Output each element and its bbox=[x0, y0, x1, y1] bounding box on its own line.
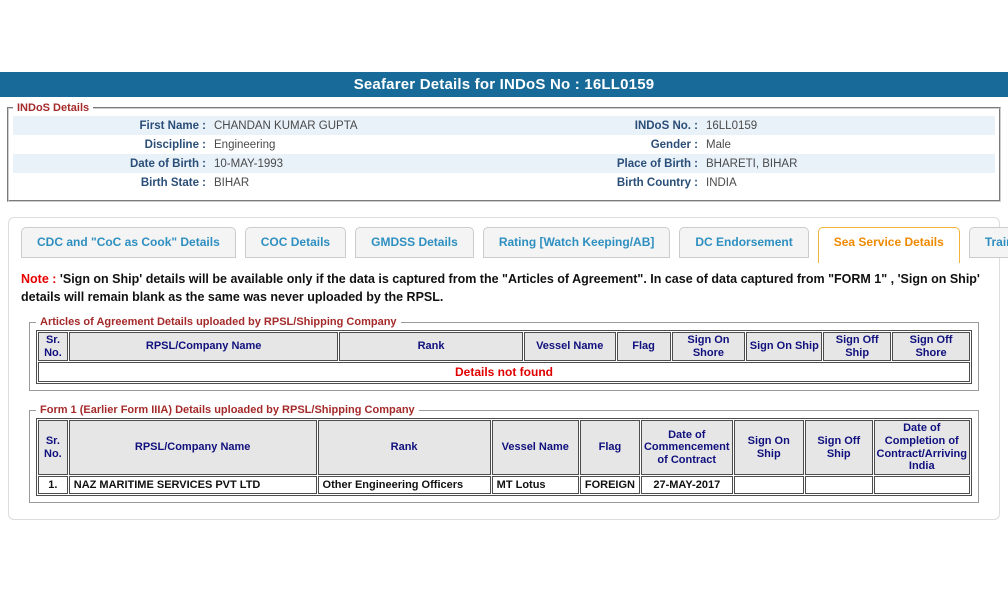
col-date-of-commencement: Date of Commencement of Contract bbox=[640, 420, 733, 475]
cell-flag: FOREIGN bbox=[579, 475, 640, 494]
articles-of-agreement-legend: Articles of Agreement Details uploaded b… bbox=[40, 316, 397, 328]
col-flag: Flag bbox=[579, 420, 640, 475]
tab-sea-service-details[interactable]: Sea Service Details bbox=[817, 227, 960, 263]
col-rank: Rank bbox=[339, 332, 523, 362]
discipline-value: Engineering bbox=[214, 138, 276, 151]
form1-fieldset: Form 1 (Earlier Form IIIA) Details uploa… bbox=[29, 404, 979, 503]
col-flag: Flag bbox=[616, 332, 671, 362]
form1-data-row: 1. NAZ MARITIME SERVICES PVT LTD Other E… bbox=[38, 475, 970, 494]
cell-completion-date bbox=[873, 475, 970, 494]
form1-table: Sr. No. RPSL/Company Name Rank Vessel Na… bbox=[36, 418, 972, 496]
birth-country-label: Birth Country : bbox=[616, 176, 698, 189]
form1-legend: Form 1 (Earlier Form IIIA) Details uploa… bbox=[40, 404, 415, 417]
col-vessel-name: Vessel Name bbox=[523, 332, 616, 362]
col-sr-no: Sr. No. bbox=[38, 332, 68, 362]
col-sr-no: Sr. No. bbox=[38, 420, 68, 475]
cell-company: NAZ MARITIME SERVICES PVT LTD bbox=[68, 475, 317, 494]
form1-header-row: Sr. No. RPSL/Company Name Rank Vessel Na… bbox=[38, 420, 970, 475]
birth-state-value: BIHAR bbox=[214, 176, 250, 189]
col-sign-off-ship: Sign Off Ship bbox=[823, 332, 892, 362]
articles-empty-row: Details not found bbox=[38, 362, 970, 383]
tab-strip: CDC and "CoC as Cook" Details COC Detail… bbox=[9, 218, 1008, 263]
gender-value: Male bbox=[706, 138, 731, 151]
cell-sign-off-ship bbox=[804, 475, 873, 494]
articles-of-agreement-table: Sr. No. RPSL/Company Name Rank Vessel Na… bbox=[36, 330, 972, 385]
place-of-birth-value: BHARETI, BIHAR bbox=[706, 157, 798, 170]
cell-sr-no: 1. bbox=[38, 475, 68, 494]
gender-label: Gender : bbox=[650, 138, 698, 151]
first-name-value: CHANDAN KUMAR GUPTA bbox=[214, 119, 358, 132]
discipline-label: Discipline : bbox=[144, 138, 206, 151]
cell-vessel: MT Lotus bbox=[491, 475, 579, 494]
articles-header-row: Sr. No. RPSL/Company Name Rank Vessel Na… bbox=[38, 332, 970, 362]
col-sign-on-ship: Sign On Ship bbox=[733, 420, 804, 475]
col-date-of-completion: Date of Completion of Contract/Arriving … bbox=[873, 420, 970, 475]
indos-details-table: First Name : CHANDAN KUMAR GUPTA INDoS N… bbox=[13, 116, 995, 192]
note-prefix: Note : bbox=[21, 272, 57, 286]
birth-state-label: Birth State : bbox=[140, 176, 206, 189]
indos-no-label: INDoS No. : bbox=[634, 119, 698, 132]
cell-commencement-date: 27-MAY-2017 bbox=[640, 475, 733, 494]
birth-country-value: INDIA bbox=[706, 176, 737, 189]
indos-details-fieldset: INDoS Details First Name : CHANDAN KUMAR… bbox=[7, 102, 1001, 202]
tab-gmdss-details[interactable]: GMDSS Details bbox=[355, 227, 474, 258]
indos-row-state: Birth State : BIHAR Birth Country : INDI… bbox=[13, 173, 995, 192]
indos-details-legend: INDoS Details bbox=[17, 102, 90, 114]
dob-value: 10-MAY-1993 bbox=[214, 157, 284, 170]
tab-coc-details[interactable]: COC Details bbox=[244, 227, 347, 258]
indos-row-discipline: Discipline : Engineering Gender : Male bbox=[13, 135, 995, 154]
col-rank: Rank bbox=[317, 420, 491, 475]
tab-panel-container: CDC and "CoC as Cook" Details COC Detail… bbox=[8, 217, 1008, 520]
indos-row-name: First Name : CHANDAN KUMAR GUPTA INDoS N… bbox=[13, 116, 995, 135]
page-title: Seafarer Details for INDoS No : 16LL0159 bbox=[0, 72, 1008, 97]
col-sign-off-ship: Sign Off Ship bbox=[804, 420, 873, 475]
tab-dc-endorsement[interactable]: DC Endorsement bbox=[679, 227, 809, 258]
col-vessel-name: Vessel Name bbox=[491, 420, 579, 475]
note-text: 'Sign on Ship' details will be available… bbox=[21, 272, 980, 304]
cell-rank: Other Engineering Officers bbox=[317, 475, 491, 494]
details-not-found-message: Details not found bbox=[38, 362, 970, 383]
col-sign-on-ship: Sign On Ship bbox=[746, 332, 823, 362]
col-rpsl-company-name: RPSL/Company Name bbox=[68, 420, 317, 475]
place-of-birth-label: Place of Birth : bbox=[616, 157, 698, 170]
cell-sign-on-ship bbox=[733, 475, 804, 494]
tab-rating-watch-keeping[interactable]: Rating [Watch Keeping/AB] bbox=[482, 227, 671, 258]
dob-label: Date of Birth : bbox=[129, 157, 206, 170]
col-sign-on-shore: Sign On Shore bbox=[671, 332, 746, 362]
indos-no-value: 16LL0159 bbox=[706, 119, 758, 132]
indos-row-birth: Date of Birth : 10-MAY-1993 Place of Bir… bbox=[13, 154, 995, 173]
col-rpsl-company-name: RPSL/Company Name bbox=[68, 332, 339, 362]
sign-on-ship-note: Note : 'Sign on Ship' details will be av… bbox=[21, 271, 987, 306]
articles-of-agreement-fieldset: Articles of Agreement Details uploaded b… bbox=[29, 316, 979, 392]
first-name-label: First Name : bbox=[139, 119, 206, 132]
tab-training-details[interactable]: Training Details bbox=[968, 227, 1008, 258]
tab-cdc-coc-as-cook[interactable]: CDC and "CoC as Cook" Details bbox=[21, 227, 236, 258]
col-sign-off-shore: Sign Off Shore bbox=[892, 332, 970, 362]
